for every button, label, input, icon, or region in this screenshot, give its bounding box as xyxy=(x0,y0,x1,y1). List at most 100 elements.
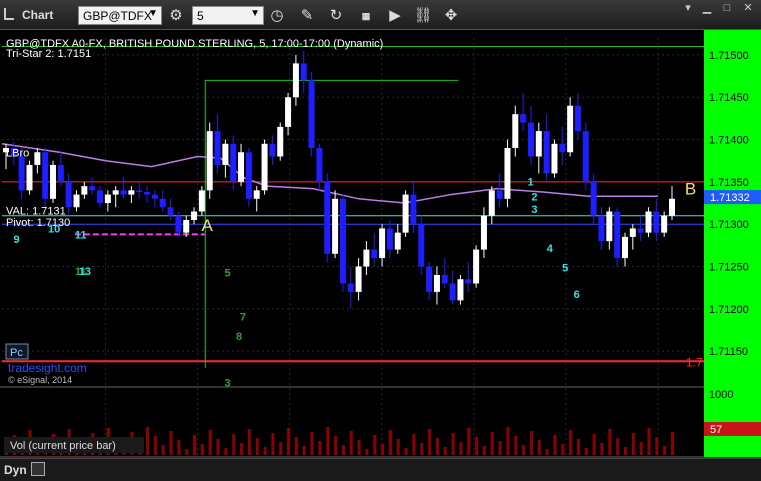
candle-body xyxy=(65,181,72,208)
candle-body xyxy=(308,80,315,149)
symbol-dropdown-icon[interactable]: ▼ xyxy=(148,8,158,19)
candle-body xyxy=(81,186,88,195)
interval-value: 5 xyxy=(197,9,204,23)
candle-body xyxy=(324,181,331,254)
volume-bar xyxy=(616,438,620,455)
candle-body xyxy=(269,143,276,157)
candle-body xyxy=(34,152,41,165)
count-label: 5 xyxy=(224,268,230,280)
crosshair-icon[interactable]: ✥ xyxy=(441,6,461,26)
candle-body xyxy=(433,274,440,292)
volume-bar xyxy=(396,439,400,455)
candle-body xyxy=(300,63,307,81)
chart-window: Chart GBP@TDFX ▼ ⚙ 5 ▼ ◷ ✎ ↻ ▦ ▶ ⛓ ✥ ▾ ▁… xyxy=(0,0,761,481)
interval-input[interactable]: 5 ▼ xyxy=(192,6,264,25)
volume-bar xyxy=(263,447,267,455)
studies-icon[interactable]: ▦ xyxy=(356,6,376,26)
interval-dropdown-icon[interactable]: ▼ xyxy=(250,8,260,19)
candle-body xyxy=(402,194,409,233)
candle-body xyxy=(128,190,135,195)
volume-bar xyxy=(240,443,244,455)
candle-body xyxy=(104,194,111,204)
candle-body xyxy=(410,194,417,225)
last-price-label: 1.71332 xyxy=(710,192,750,204)
volume-bar xyxy=(663,446,667,455)
candle-body xyxy=(167,207,174,216)
y-tick-label: 1.71500 xyxy=(709,50,749,62)
pivot-label: Pivot: 1.7130 xyxy=(6,217,70,229)
menu-icon[interactable]: ▾ xyxy=(678,0,698,18)
symbol-input[interactable]: GBP@TDFX ▼ xyxy=(78,6,162,25)
candle-body xyxy=(26,164,33,191)
candle-body xyxy=(175,215,182,233)
candle-body xyxy=(151,194,158,199)
minimize-button[interactable]: ▁ xyxy=(697,0,717,18)
volume-bar xyxy=(341,445,345,455)
candle-body xyxy=(261,143,268,191)
count-label: 10 xyxy=(48,224,60,236)
candle-body xyxy=(386,228,393,250)
candle-body xyxy=(379,228,386,259)
volume-bar xyxy=(592,434,596,455)
volume-bar xyxy=(623,447,627,455)
volume-bar xyxy=(153,436,157,455)
volume-bar xyxy=(420,443,424,455)
symbol-value: GBP@TDFX xyxy=(83,9,152,23)
candle-body xyxy=(574,105,581,132)
pencil-icon[interactable]: ✎ xyxy=(297,6,317,26)
candle-body xyxy=(57,164,64,182)
candle-body xyxy=(214,131,221,165)
volume-bar xyxy=(428,429,432,455)
mode-label: Dyn xyxy=(4,463,27,477)
volume-bar xyxy=(388,430,392,455)
candle-body xyxy=(504,148,511,199)
candle-body xyxy=(465,279,472,284)
candle-body xyxy=(136,190,143,193)
candle-body xyxy=(661,215,668,233)
candle-body xyxy=(183,219,190,233)
volume-bar xyxy=(169,431,173,455)
y-tick-label: 1.71300 xyxy=(709,219,749,231)
candle-body xyxy=(653,211,660,233)
candle-body xyxy=(614,211,621,259)
candle-body xyxy=(606,211,613,242)
maximize-button[interactable]: □ xyxy=(717,0,737,18)
pc-badge-label: Pc xyxy=(10,347,23,359)
candle-body xyxy=(527,122,534,157)
candle-body xyxy=(418,224,425,267)
dynamic-toggle-icon[interactable] xyxy=(31,462,45,476)
close-button[interactable]: ✕ xyxy=(738,0,758,18)
volume-bar xyxy=(490,432,494,455)
count-label: 1 xyxy=(528,176,534,188)
y-tick-label: 1.71150 xyxy=(709,346,748,358)
count-label: 3 xyxy=(224,378,230,390)
volume-bar xyxy=(537,440,541,455)
volume-bar xyxy=(498,441,502,455)
refresh-icon[interactable]: ↻ xyxy=(326,6,346,26)
volume-bar xyxy=(451,433,455,455)
candle-body xyxy=(285,97,292,127)
link-icon[interactable]: ⛓ xyxy=(413,6,433,26)
settings-gear-icon[interactable]: ⚙ xyxy=(166,6,186,26)
candle-body xyxy=(535,131,542,157)
y-tick-label: 1.71200 xyxy=(709,304,749,316)
volume-bar xyxy=(381,444,385,455)
volume-bar xyxy=(522,445,526,455)
volume-bar xyxy=(647,428,651,455)
support-level-label: 1.7 xyxy=(686,355,703,369)
lbro-label: LBro xyxy=(6,147,29,159)
candle-body xyxy=(230,143,237,182)
annotation-marker: B xyxy=(685,180,696,199)
clock-icon[interactable]: ◷ xyxy=(267,6,287,26)
volume-bar xyxy=(435,438,439,455)
volume-bar xyxy=(467,428,471,455)
candle-body xyxy=(488,190,495,216)
candle-body xyxy=(590,181,597,216)
candle-body xyxy=(371,249,378,259)
candle-body xyxy=(89,186,96,191)
price-chart[interactable]: 1.715001.714501.714001.713501.713001.712… xyxy=(0,30,761,481)
volume-bar xyxy=(475,437,479,455)
candle-body xyxy=(347,283,354,292)
volume-bar xyxy=(506,427,510,455)
play-icon[interactable]: ▶ xyxy=(385,6,405,26)
